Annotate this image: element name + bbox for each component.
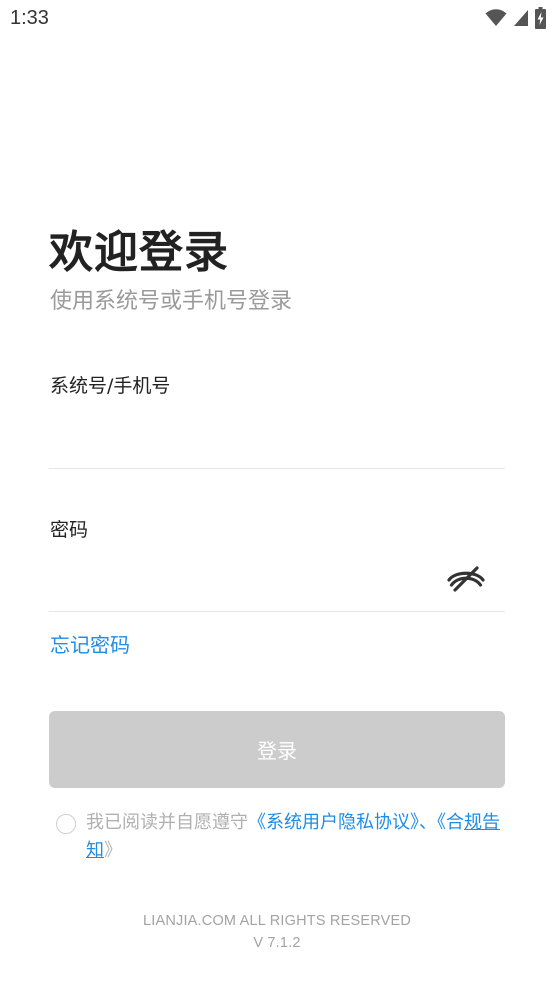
privacy-policy-link[interactable]: 《系统用户隐私协议》: [248, 812, 419, 833]
page-subtitle: 使用系统号或手机号登录: [50, 289, 293, 314]
status-time: 1:33: [10, 7, 49, 29]
status-icons: [485, 7, 546, 29]
agreement-separator: 、: [419, 812, 437, 833]
status-bar: 1:33: [0, 0, 554, 38]
agreement-prefix: 我已阅读并自愿遵守: [86, 812, 248, 833]
password-divider: [49, 611, 505, 612]
account-label: 系统号/手机号: [50, 375, 171, 397]
forgot-password-link[interactable]: 忘记密码: [50, 629, 130, 658]
login-button[interactable]: 登录: [49, 711, 505, 788]
battery-charging-icon: [535, 7, 546, 29]
footer-version: V 7.1.2: [253, 935, 301, 951]
password-label: 密码: [50, 519, 89, 541]
page-title: 欢迎登录: [49, 227, 229, 278]
password-input[interactable]: [49, 559, 439, 601]
account-divider: [49, 468, 505, 469]
eye-off-icon: [446, 564, 486, 596]
compliance-notice-link-close: 》: [104, 840, 122, 861]
cellular-signal-icon: [513, 9, 529, 27]
wifi-icon: [485, 9, 507, 27]
login-screen: 1:33 欢迎登录 使用系统号或手机号登录 系统号/手机号 密码 忘记密码 登录…: [0, 0, 554, 984]
agreement-text: 我已阅读并自愿遵守《系统用户隐私协议》、《合规告知》: [86, 809, 506, 865]
agreement-checkbox[interactable]: [56, 814, 76, 834]
footer-copyright: LIANJIA.COM ALL RIGHTS RESERVED: [142, 913, 412, 929]
password-visibility-toggle[interactable]: [444, 562, 488, 598]
account-input[interactable]: [49, 420, 505, 462]
compliance-notice-link-open[interactable]: 《合: [437, 812, 464, 833]
